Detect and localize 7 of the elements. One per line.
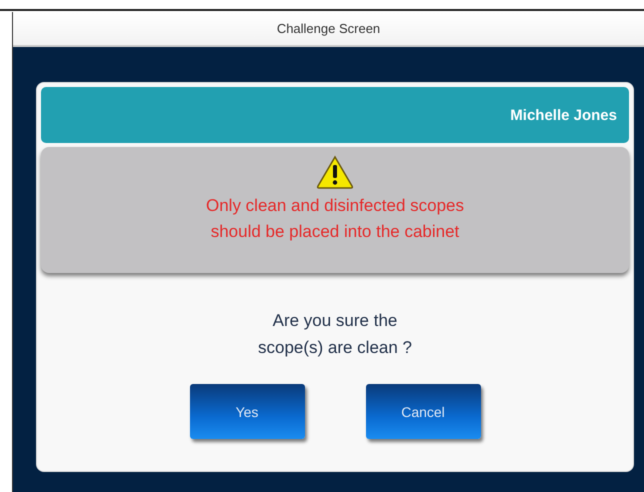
window-title: Challenge Screen <box>276 21 380 36</box>
warning-message: Only clean and disinfected scopes should be placed into the cabinet <box>206 195 464 243</box>
confirmation-question: Are you sure the scope(s) are clean ? <box>258 310 412 359</box>
cancel-button[interactable]: Cancel <box>366 384 480 439</box>
yes-button[interactable]: Yes <box>190 384 304 439</box>
warning-icon <box>316 155 354 189</box>
user-name: Michelle Jones <box>510 106 617 124</box>
